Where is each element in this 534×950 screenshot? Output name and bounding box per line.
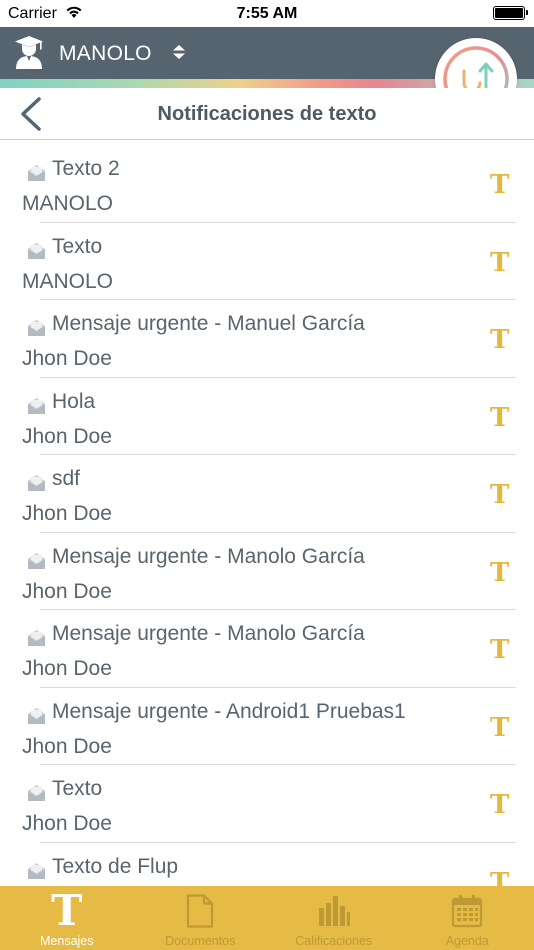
message-row[interactable]: Texto Jhon Doe T xyxy=(0,765,534,843)
envelope-icon xyxy=(28,552,45,569)
tab-documentos[interactable]: Documentos xyxy=(134,886,268,950)
battery-icon xyxy=(493,6,528,20)
tab-label: Documentos xyxy=(165,934,236,948)
envelope-icon xyxy=(28,242,45,259)
message-sender: Jhon Doe xyxy=(22,734,112,758)
document-icon xyxy=(187,894,214,928)
envelope-icon xyxy=(28,320,45,336)
message-list[interactable]: Texto 2 MANOLO T Texto MANOLO T Mensaje urgent… xyxy=(0,145,534,886)
page-title: Notificaciones de texto xyxy=(157,103,377,125)
message-row[interactable]: Texto MANOLO T xyxy=(0,223,534,300)
tab-label: Mensajes xyxy=(40,934,94,948)
text-type-badge: T xyxy=(490,712,510,743)
text-type-badge: T xyxy=(490,325,510,355)
message-sender: Jhon Doe xyxy=(22,812,112,835)
switch-user-icon[interactable] xyxy=(172,43,186,61)
tab-label: Agenda xyxy=(445,934,489,948)
message-row[interactable]: sdf Jhon Doe T xyxy=(0,455,534,533)
envelope-icon xyxy=(28,785,45,801)
text-type-badge: T xyxy=(490,635,510,665)
message-sender: Jhon Doe xyxy=(22,347,112,370)
message-sender: MANOLO xyxy=(22,192,114,215)
text-type-badge: T xyxy=(490,867,510,887)
text-type-badge: T xyxy=(490,170,510,200)
envelope-icon xyxy=(28,862,45,879)
screen: Carrier 7:55 AM MANOLO Notificaciones de… xyxy=(0,0,534,950)
text-type-badge: T xyxy=(490,247,510,278)
student-avatar-icon xyxy=(15,36,43,69)
envelope-icon xyxy=(28,630,45,646)
message-row[interactable]: Hola Jhon Doe T xyxy=(0,378,534,455)
message-title: Texto 2 xyxy=(52,157,120,180)
message-title: Texto xyxy=(52,777,103,800)
message-title: Mensaje urgente - Manolo García xyxy=(52,622,365,645)
nav-bar: Notificaciones de texto xyxy=(0,88,534,140)
message-row[interactable]: Mensaje urgente - Manolo García Jhon Doe T xyxy=(0,610,534,688)
message-sender: MANOLO xyxy=(22,269,114,293)
status-bar: Carrier 7:55 AM xyxy=(0,0,534,27)
bar-chart-icon xyxy=(318,896,350,926)
calendar-icon xyxy=(452,895,483,928)
message-row[interactable]: Texto de Flup T xyxy=(0,843,534,887)
text-type-badge: T xyxy=(490,557,510,588)
text-type-badge: T xyxy=(490,480,510,510)
message-title: Mensaje urgente - Android1 Pruebas1 xyxy=(52,699,406,723)
message-sender: Jhon Doe xyxy=(22,502,112,525)
message-title: Texto de Flup xyxy=(52,854,179,878)
tab-agenda[interactable]: Agenda xyxy=(401,886,534,950)
envelope-icon xyxy=(28,165,45,181)
message-sender: Jhon Doe xyxy=(22,579,112,603)
envelope-icon xyxy=(28,397,45,414)
message-row[interactable]: Mensaje urgente - Manolo García Jhon Doe T xyxy=(0,533,534,610)
clock: 7:55 AM xyxy=(236,5,298,22)
envelope-icon xyxy=(28,475,45,491)
message-title: Mensaje urgente - Manuel García xyxy=(52,312,365,335)
text-type-badge: T xyxy=(490,790,510,820)
message-title: Hola xyxy=(52,389,96,413)
message-title: Mensaje urgente - Manolo García xyxy=(52,544,365,568)
message-row[interactable]: Texto 2 MANOLO T xyxy=(0,145,534,223)
message-title: sdf xyxy=(52,467,81,490)
tab-label: Calificaciones xyxy=(295,934,373,948)
text-type-badge: T xyxy=(490,402,510,433)
message-row[interactable]: Mensaje urgente - Android1 Pruebas1 Jhon … xyxy=(0,688,534,765)
tab-mensajes[interactable]: T Mensajes xyxy=(0,886,134,950)
message-row[interactable]: Mensaje urgente - Manuel García Jhon Doe T xyxy=(0,300,534,378)
user-switcher[interactable]: MANOLO xyxy=(59,42,152,66)
envelope-icon xyxy=(28,707,45,724)
message-title: Texto xyxy=(52,234,103,258)
tab-bar: T Mensajes Documentos Calificaciones Age… xyxy=(0,886,534,950)
tab-calificaciones[interactable]: Calificaciones xyxy=(267,886,401,950)
message-sender: Jhon Doe xyxy=(22,657,112,680)
message-sender: Jhon Doe xyxy=(22,424,112,448)
text-t-icon: T xyxy=(51,886,83,935)
